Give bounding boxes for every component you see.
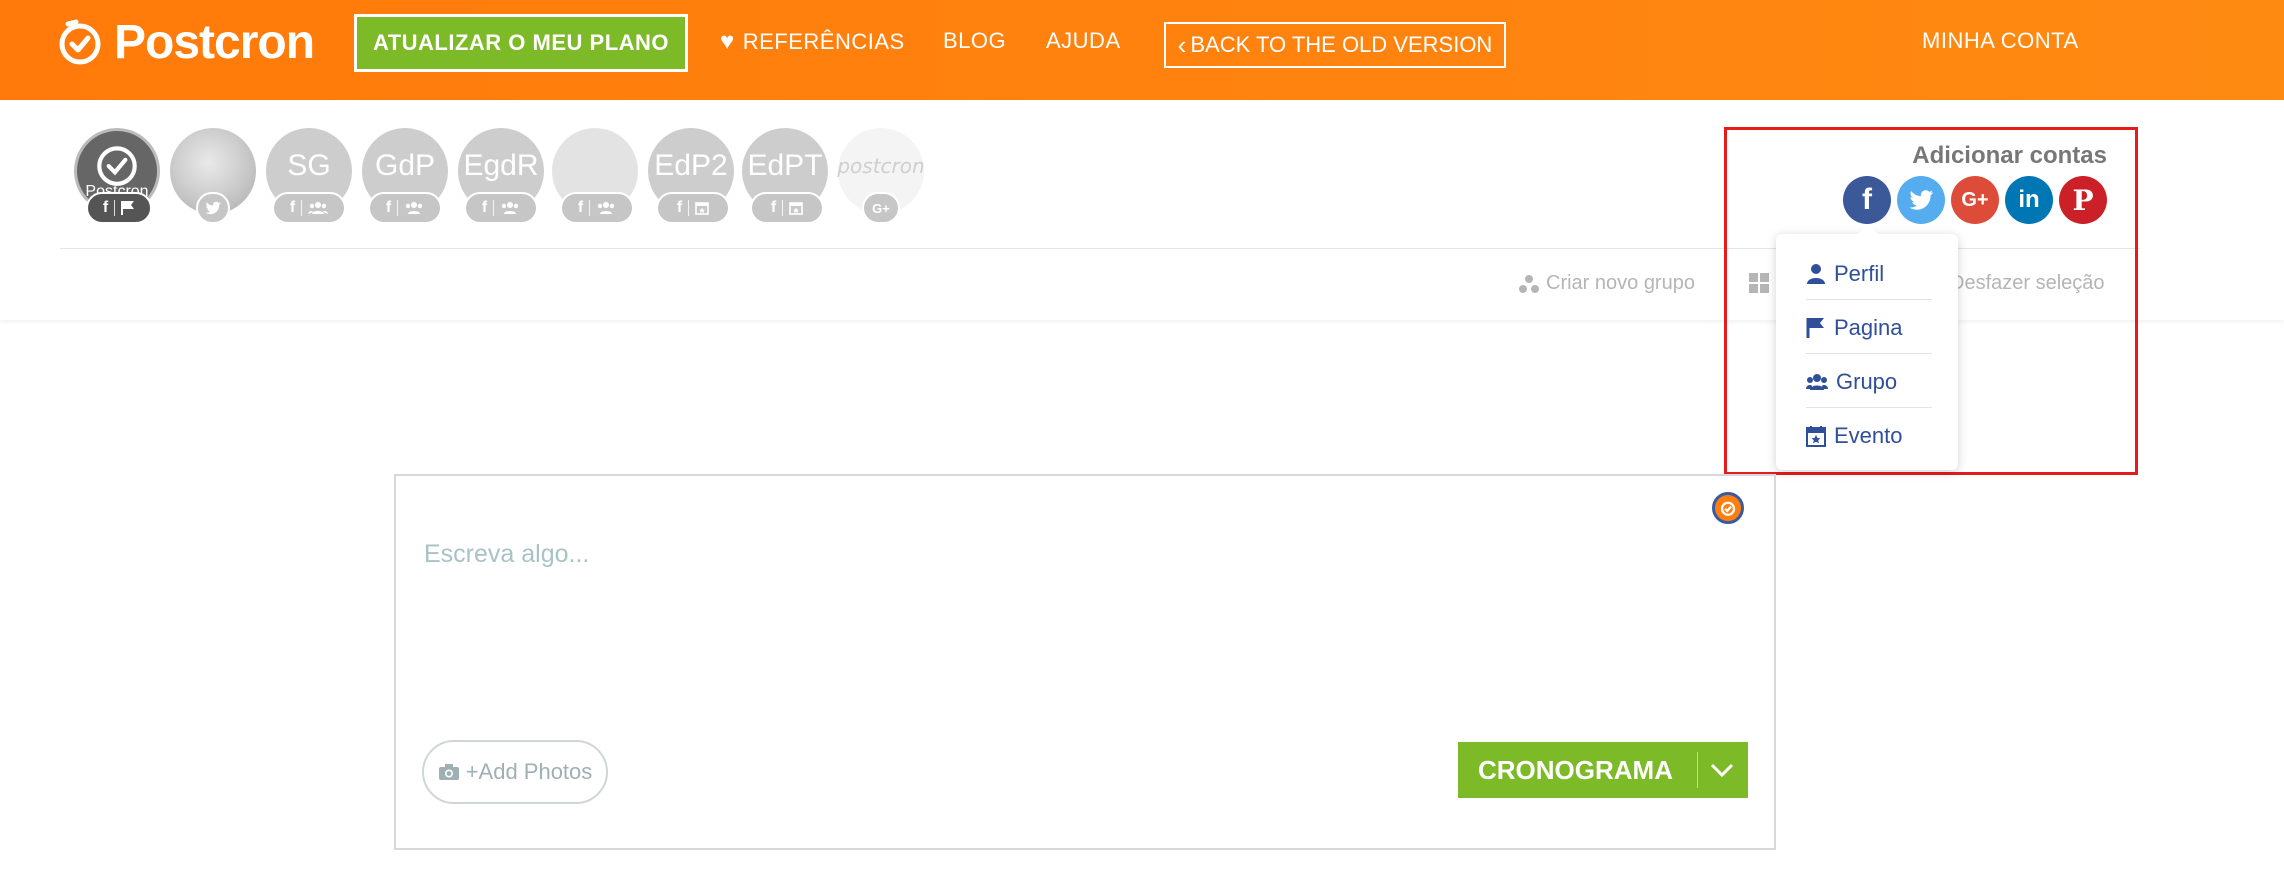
- logo-text: Postcron: [114, 15, 315, 69]
- menu-item-label: Evento: [1834, 423, 1903, 448]
- group-icon: [405, 202, 423, 214]
- help-link[interactable]: AJUDA: [1046, 28, 1121, 54]
- account-initials: EgdR: [463, 149, 539, 182]
- google-plus-icon: G+: [872, 200, 890, 216]
- add-twitter-button[interactable]: [1897, 176, 1945, 224]
- facebook-icon: f: [385, 199, 392, 216]
- menu-item-label: Perfil: [1834, 260, 1885, 286]
- group-icon: [501, 202, 519, 214]
- group-dots-icon: [1519, 274, 1539, 293]
- add-photos-button[interactable]: +Add Photos: [422, 740, 608, 804]
- add-pinterest-button[interactable]: P: [2059, 176, 2107, 224]
- create-group-action[interactable]: Criar novo grupo: [1518, 272, 1695, 295]
- top-navigation-bar: Postcron ATUALIZAR O MEU PLANO ♥ REFERÊN…: [0, 0, 2284, 100]
- group-icon: [597, 202, 615, 214]
- menu-item-grupo[interactable]: Grupo: [1806, 356, 1932, 408]
- references-label: REFERÊNCIAS: [742, 29, 905, 54]
- account-badge: [196, 192, 230, 224]
- account-badge: f: [560, 192, 634, 224]
- add-google-plus-button[interactable]: G+: [1951, 176, 1999, 224]
- postcron-clock-icon: [59, 19, 101, 65]
- facebook-icon: f: [289, 199, 296, 216]
- menu-item-perfil[interactable]: Perfil: [1806, 248, 1932, 300]
- account-badge: f: [464, 192, 538, 224]
- schedule-label: CRONOGRAMA: [1478, 754, 1673, 785]
- create-group-label: Criar novo grupo: [1546, 272, 1695, 294]
- flag-icon: [121, 201, 135, 215]
- flag-icon: [1806, 317, 1824, 338]
- event-icon: [695, 202, 709, 215]
- add-accounts-title: Adicionar contas: [1912, 142, 2107, 169]
- add-linkedin-button[interactable]: in: [2005, 176, 2053, 224]
- account-badge: f: [750, 192, 824, 224]
- account-badge: f: [86, 192, 152, 224]
- postcron-assistant-icon[interactable]: [1712, 492, 1744, 524]
- account-badge: f: [368, 192, 442, 224]
- account-badge: G+: [862, 192, 900, 224]
- camera-icon: [438, 764, 459, 780]
- menu-item-pagina[interactable]: Pagina: [1806, 302, 1932, 354]
- references-link[interactable]: ♥ REFERÊNCIAS: [720, 28, 905, 56]
- add-facebook-button[interactable]: f: [1843, 176, 1891, 224]
- facebook-icon: f: [577, 199, 584, 216]
- my-account-link[interactable]: MINHA CONTA: [1922, 28, 2079, 54]
- group-icon: [308, 202, 329, 214]
- account-badge: f: [272, 192, 346, 224]
- account-initials: SG: [287, 149, 331, 182]
- menu-item-label: Pagina: [1834, 314, 1903, 340]
- account-badge: f: [656, 192, 730, 224]
- facebook-icon: f: [481, 199, 488, 216]
- user-icon: [1807, 263, 1825, 284]
- chevron-left-icon: ‹: [1177, 30, 1187, 60]
- upgrade-plan-button[interactable]: ATUALIZAR O MEU PLANO: [354, 14, 688, 72]
- menu-item-evento[interactable]: Evento: [1806, 410, 1932, 462]
- account-initials: EdP2: [654, 149, 728, 182]
- account-initials: postcron: [837, 154, 925, 178]
- pinterest-icon: P: [2072, 183, 2094, 217]
- facebook-icon: f: [676, 199, 683, 216]
- twitter-icon: [205, 201, 221, 215]
- post-text-input[interactable]: Escreva algo...: [424, 540, 589, 569]
- back-to-old-version-button[interactable]: ‹ BACK TO THE OLD VERSION: [1164, 22, 1506, 68]
- facebook-account-type-menu: Perfil Pagina Grupo Evento: [1776, 224, 1958, 470]
- facebook-icon: f: [1862, 183, 1872, 216]
- add-photos-label: +Add Photos: [465, 759, 593, 784]
- group-icon: [1806, 373, 1828, 390]
- schedule-button[interactable]: CRONOGRAMA: [1458, 742, 1748, 798]
- twitter-icon: [1909, 190, 1934, 210]
- event-icon: [789, 202, 803, 215]
- chevron-down-icon[interactable]: [1708, 756, 1736, 784]
- postcron-logo[interactable]: Postcron: [56, 15, 315, 69]
- heart-icon: ♥: [720, 28, 735, 55]
- menu-item-label: Grupo: [1836, 368, 1898, 394]
- google-plus-icon: G+: [1961, 188, 1989, 211]
- account-initials: EdPT: [747, 149, 823, 182]
- postcron-clock-icon: [97, 146, 137, 186]
- facebook-icon: f: [102, 199, 109, 216]
- account-initials: GdP: [374, 149, 436, 182]
- facebook-icon: f: [770, 199, 777, 216]
- old-version-label: BACK TO THE OLD VERSION: [1190, 32, 1493, 57]
- blog-link[interactable]: BLOG: [943, 28, 1006, 54]
- event-icon: [1806, 426, 1826, 447]
- linkedin-icon: in: [2018, 186, 2040, 213]
- schedule-divider: [1697, 752, 1698, 788]
